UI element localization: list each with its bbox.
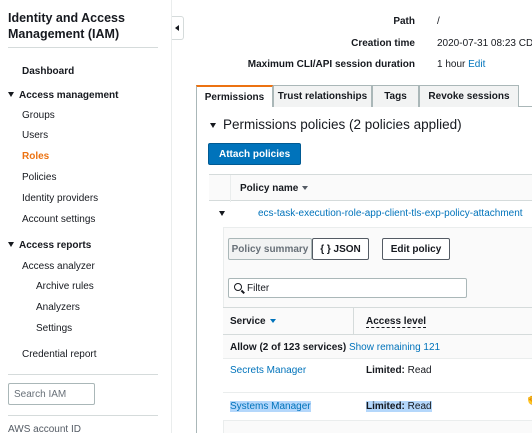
access-level-column-header[interactable]: Access level <box>366 316 427 328</box>
service-header-label: Service <box>230 316 266 327</box>
access-level-cell: Limited: Read <box>366 365 432 376</box>
policy-row: ecs-task-execution-role-app-client-tls-e… <box>209 201 532 225</box>
sidebar-item-policies[interactable]: Policies <box>22 172 56 183</box>
path-label: Path <box>393 16 415 27</box>
permissions-title: Permissions policies (2 policies applied… <box>223 117 462 132</box>
aws-account-id-label: AWS account ID <box>8 424 81 433</box>
tab-permissions[interactable]: Permissions <box>196 85 273 107</box>
allow-summary-row: Allow (2 of 123 services) Show remaining… <box>223 335 532 359</box>
edit-policy-button[interactable]: Edit policy <box>382 238 450 260</box>
tab-tags[interactable]: Tags <box>372 85 419 107</box>
tab-trust-relationships[interactable]: Trust relationships <box>273 85 372 107</box>
access-level-rest: Read <box>404 401 432 412</box>
filter-box <box>228 278 467 298</box>
max-session-value-wrap: 1 hour Edit <box>437 59 485 70</box>
sidebar-item-users[interactable]: Users <box>22 130 48 141</box>
attach-policies-button[interactable]: Attach policies <box>208 143 302 165</box>
access-level-strong: Limited: <box>366 365 405 376</box>
sidebar-item-account-settings[interactable]: Account settings <box>22 214 95 225</box>
expand-caret-icon[interactable] <box>219 211 225 216</box>
allow-summary: Allow (2 of 123 services) Show remaining… <box>230 342 440 353</box>
service-link[interactable]: Secrets Manager <box>230 365 306 376</box>
sidebar-section-access-reports[interactable]: Access reports <box>8 240 91 251</box>
creation-time-label: Creation time <box>351 38 415 49</box>
sidebar-item-access-analyzer[interactable]: Access analyzer <box>22 261 95 272</box>
sidebar-section-label: Access management <box>19 90 119 101</box>
policy-table-header: Policy name <box>209 174 532 202</box>
sidebar-item-settings[interactable]: Settings <box>36 323 72 334</box>
policy-summary-button[interactable]: Policy summary <box>228 238 312 260</box>
policy-name-header-label: Policy name <box>240 183 299 194</box>
sidebar-title[interactable]: Identity and Access Management (IAM) <box>8 10 158 42</box>
column-separator <box>353 308 354 336</box>
allow-text: Allow (2 of 123 services) <box>230 342 347 353</box>
policy-name-column-header[interactable]: Policy name <box>240 183 309 194</box>
table-row: Systems Manager Limited: Read <box>223 393 532 421</box>
service-table-header: Service Access level <box>223 307 532 336</box>
permissions-section-toggle[interactable]: Permissions policies (2 policies applied… <box>210 117 462 132</box>
divider <box>8 47 158 48</box>
access-level-rest: Read <box>404 365 432 376</box>
divider <box>8 415 158 416</box>
pointer-cursor-icon: ☝ <box>525 391 532 405</box>
max-session-label: Maximum CLI/API session duration <box>247 59 415 70</box>
creation-time-value: 2020-07-31 08:23 CDT <box>437 38 532 49</box>
tab-revoke-sessions[interactable]: Revoke sessions <box>419 85 519 107</box>
caret-down-icon <box>210 123 216 128</box>
json-button[interactable]: { } JSON <box>312 238 369 260</box>
sidebar-item-archive-rules[interactable]: Archive rules <box>36 281 94 292</box>
table-row: Secrets Manager Limited: Read <box>223 359 532 393</box>
service-link[interactable]: Systems Manager <box>230 401 311 412</box>
sidebar-item-identity-providers[interactable]: Identity providers <box>22 193 98 204</box>
sort-caret-icon <box>269 319 276 323</box>
show-remaining-link[interactable]: Show remaining 121 <box>349 342 440 353</box>
policy-name-link[interactable]: ecs-task-execution-role-app-client-tls-e… <box>258 208 523 219</box>
sidebar-item-roles[interactable]: Roles <box>22 151 49 162</box>
caret-down-icon <box>8 242 14 247</box>
divider <box>8 374 158 375</box>
access-level-cell: Limited: Read <box>366 401 432 412</box>
sidebar-item-dashboard[interactable]: Dashboard <box>22 66 74 77</box>
service-column-header[interactable]: Service <box>230 316 276 327</box>
sidebar-item-credential-report[interactable]: Credential report <box>22 349 96 360</box>
sort-caret-icon <box>302 186 309 190</box>
max-session-value: 1 hour <box>437 59 466 70</box>
search-iam-input[interactable] <box>8 383 95 405</box>
path-value: / <box>437 16 440 27</box>
filter-input[interactable] <box>247 281 447 295</box>
sidebar-item-groups[interactable]: Groups <box>22 110 55 121</box>
sidebar-item-analyzers[interactable]: Analyzers <box>36 302 80 313</box>
edit-session-link[interactable]: Edit <box>468 59 485 70</box>
chevron-left-icon <box>175 25 179 31</box>
sidebar-section-label: Access reports <box>19 240 92 251</box>
access-level-strong: Limited: <box>366 401 405 412</box>
sidebar-section-access-management[interactable]: Access management <box>8 90 119 101</box>
collapse-sidebar-button[interactable] <box>172 16 184 40</box>
sidebar: Identity and Access Management (IAM) Das… <box>0 0 172 433</box>
column-separator <box>230 175 231 202</box>
search-icon <box>234 283 242 291</box>
caret-down-icon <box>8 92 14 97</box>
